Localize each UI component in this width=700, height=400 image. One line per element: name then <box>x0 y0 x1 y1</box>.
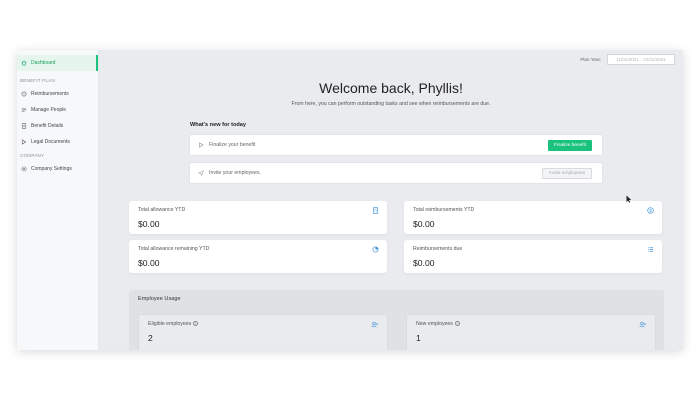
info-icon[interactable]: i <box>454 321 460 327</box>
sidebar-item-label: Legal Documents <box>31 139 70 145</box>
stat-label: Total allowance YTD <box>138 207 186 213</box>
sidebar-item-company-settings[interactable]: Company Settings <box>17 161 98 177</box>
dollar-icon: $ <box>647 207 654 214</box>
page-subtitle: From here, you can perform outstanding t… <box>291 101 491 107</box>
task-invite-employees: Invite your employees. Invite employees <box>189 162 603 184</box>
stat-label: Reimbursements due <box>413 246 463 252</box>
plan-year-range[interactable]: 11/01/2021 - 12/31/2021 <box>607 54 675 65</box>
stat-value: $0.00 <box>138 258 160 268</box>
calculator-icon <box>373 207 378 214</box>
sidebar-item-reimbursements[interactable]: Reimbursements <box>17 86 98 102</box>
add-user-icon <box>639 321 646 328</box>
pie-chart-icon <box>372 246 379 253</box>
home-icon <box>21 60 27 66</box>
sidebar-section-company: COMPANY <box>20 153 45 158</box>
sidebar: Dashboard BENEFIT PLAN Reimbursements Ma… <box>17 50 99 350</box>
plan-year-selector: Plan Year: 11/01/2021 - 12/31/2021 <box>580 54 675 65</box>
stat-label: Total allowance remaining YTD <box>138 246 210 252</box>
sidebar-item-label: Manage People <box>31 107 67 113</box>
usage-value: 1 <box>416 333 421 343</box>
usage-card-eligible-employees: Eligible employees i 2 <box>138 314 388 350</box>
app-window: Dashboard BENEFIT PLAN Reimbursements Ma… <box>17 50 683 350</box>
usage-label: New employees i <box>416 321 460 327</box>
stat-card-total-reimbursements: Total reimbursements YTD $0.00 $ <box>404 201 662 234</box>
list-icon <box>648 247 653 252</box>
stat-label: Total reimbursements YTD <box>413 207 475 213</box>
whats-new-heading: What's new for today <box>190 122 247 128</box>
stat-value: $0.00 <box>413 219 435 229</box>
people-icon <box>21 108 27 113</box>
sidebar-item-benefit-details[interactable]: Benefit Details <box>17 118 98 134</box>
receipt-icon <box>21 91 27 97</box>
stat-card-reimbursements-due: Reimbursements due $0.00 <box>404 240 662 273</box>
task-finalize-benefit: Finalize your benefit Finalize benefit <box>189 134 603 156</box>
sidebar-item-manage-people[interactable]: Manage People <box>17 102 98 118</box>
finalize-benefit-button[interactable]: Finalize benefit <box>547 140 592 151</box>
sidebar-item-label: Company Settings <box>31 166 72 172</box>
task-text: Invite your employees. <box>209 170 261 176</box>
stat-card-allowance-remaining: Total allowance remaining YTD $0.00 <box>129 240 387 273</box>
svg-text:$: $ <box>649 208 652 213</box>
usage-value: 2 <box>148 333 153 343</box>
stat-card-total-allowance: Total allowance YTD $0.00 <box>129 201 387 234</box>
employee-usage-title: Employee Usage <box>138 296 181 302</box>
sidebar-item-label: Dashboard <box>31 60 56 66</box>
info-icon[interactable]: i <box>193 321 199 327</box>
document-icon <box>21 123 27 129</box>
sidebar-item-label: Reimbursements <box>31 91 69 97</box>
employee-usage-panel: Employee Usage Eligible employees i 2 New… <box>129 290 664 350</box>
task-text: Finalize your benefit <box>209 142 256 148</box>
gear-icon <box>21 166 27 172</box>
usage-label: Eligible employees i <box>148 321 199 327</box>
sidebar-item-label: Benefit Details <box>31 123 64 129</box>
plan-year-label: Plan Year: <box>580 57 602 62</box>
invite-employees-button[interactable]: Invite employees <box>542 168 592 179</box>
sidebar-item-dashboard[interactable]: Dashboard <box>17 55 98 71</box>
play-icon <box>199 142 204 148</box>
paper-plane-icon <box>198 170 204 176</box>
legal-icon <box>21 139 27 145</box>
sidebar-item-legal-documents[interactable]: Legal Documents <box>17 134 98 150</box>
stat-value: $0.00 <box>138 219 160 229</box>
mouse-cursor-icon <box>626 195 632 203</box>
page-title: Welcome back, Phyllis! <box>319 80 463 96</box>
sidebar-section-benefit-plan: BENEFIT PLAN <box>20 78 55 83</box>
add-user-icon <box>371 321 378 328</box>
usage-card-new-employees: New employees i 1 <box>406 314 656 350</box>
stat-value: $0.00 <box>413 258 435 268</box>
